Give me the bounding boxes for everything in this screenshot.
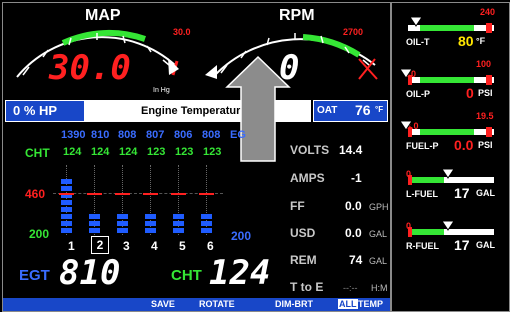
amps-value: -1 (351, 171, 362, 185)
all-button[interactable]: ALL (338, 299, 358, 309)
egt-bar-segment (173, 221, 184, 226)
usd-label: USD (290, 226, 316, 240)
volts-label: VOLTS (290, 143, 330, 157)
ff-unit: GPH (369, 202, 389, 212)
rem-unit: GAL (369, 256, 388, 266)
egt-bar-segment (61, 214, 72, 219)
egt-bar-segment (89, 228, 100, 233)
gauge-pointer-icon (400, 69, 413, 79)
cyl-number-1[interactable]: 1 (68, 239, 75, 253)
egt-bar-segment (61, 200, 72, 205)
egt-peak-marker-1 (59, 193, 74, 195)
gauge-unit: GAL (476, 188, 495, 198)
cyl-number-3[interactable]: 3 (123, 239, 130, 253)
cyl-number-2-selected[interactable]: 2 (91, 236, 109, 254)
egt-bar-segment (61, 207, 72, 212)
tte-unit: H:M (371, 283, 388, 293)
egt-bar-segment (61, 186, 72, 191)
gauge-value: 17 (454, 237, 470, 253)
egt-bar-segment (61, 179, 72, 184)
gauge-green-band (420, 77, 474, 83)
gauge-pointer-icon (442, 169, 455, 179)
usd-unit: GAL (369, 229, 388, 239)
ff-value: 0.0 (345, 199, 362, 213)
volts-value: 14.4 (339, 143, 363, 157)
egt-peak-marker-5 (171, 193, 186, 195)
big-cht-label: CHT (171, 267, 202, 284)
tte-value: --:-- (343, 283, 358, 293)
big-egt-label: EGT (19, 267, 50, 284)
cyl-number-6[interactable]: 6 (207, 239, 214, 253)
temp-button[interactable]: TEMP (358, 299, 383, 309)
egt-peak-marker-3 (115, 193, 130, 195)
dim-brt-button[interactable]: DIM-BRT (275, 299, 313, 309)
egt-bar-segment (145, 228, 156, 233)
egt-bar-segment (145, 221, 156, 226)
egt-bar-segment (61, 228, 72, 233)
cyl-number-4[interactable]: 4 (151, 239, 158, 253)
gauge-unit: PSI (478, 140, 493, 150)
gauge-max-label: 100 (476, 59, 492, 69)
big-cht-value: 124 (209, 253, 271, 293)
egt-bar-segment (173, 214, 184, 219)
gauge-red-low (408, 175, 412, 185)
rotate-button[interactable]: ROTATE (199, 299, 235, 309)
egt-bar-segment (117, 228, 128, 233)
egt-bar-segment (173, 228, 184, 233)
softkey-bar (3, 298, 390, 311)
gauge-max-label: 19.5 (476, 111, 494, 121)
egt-bar-segment (89, 214, 100, 219)
egt-peak-marker-4 (143, 193, 158, 195)
gauge-value: 0 (466, 85, 474, 101)
egt-peak-marker-6 (199, 193, 214, 195)
gauge-label: OIL-T (406, 37, 430, 47)
gauge-value: 80 (458, 33, 474, 49)
amps-label: AMPS (290, 171, 325, 185)
gauge-unit: °F (476, 36, 486, 46)
egt-peak-marker-2 (87, 193, 102, 195)
gauge-pointer-icon (410, 17, 423, 27)
ff-label: FF (290, 199, 305, 213)
gauge-green-band (408, 177, 444, 183)
gauge-green-band (420, 25, 474, 31)
gauge-pointer-icon (442, 221, 455, 231)
usd-value: 0.0 (345, 226, 362, 240)
egt-bar-segment (201, 214, 212, 219)
fluid-gauges-panel: 240 OIL-T 80 °F 100 10 OIL-P 0 PSI 19.5 3.0 FUEL-P 0… (391, 2, 510, 312)
big-egt-value: 810 (59, 253, 121, 293)
gauge-label: OIL-P (406, 89, 430, 99)
gauge-value: 0.0 (454, 137, 474, 153)
tte-label: T to E (290, 280, 324, 294)
egt-bar-segment (117, 214, 128, 219)
gauge-label: R-FUEL (406, 241, 439, 251)
egt-bar-segment (117, 221, 128, 226)
gauge-red-high (486, 127, 492, 137)
egt-bar-segment (145, 214, 156, 219)
gauge-max-label: 240 (480, 7, 496, 17)
save-button[interactable]: SAVE (151, 299, 175, 309)
gauge-green-band (420, 129, 474, 135)
gauge-red-low (408, 227, 412, 237)
egt-bar-segment (89, 221, 100, 226)
engine-main-panel: MAP 30.0 30.0 In Hg RPM 2700 0 0 % HP En… (2, 2, 391, 312)
rem-value: 74 (349, 253, 363, 267)
gauge-unit: GAL (476, 240, 495, 250)
egt-bar-segment (61, 221, 72, 226)
cyl-number-5[interactable]: 5 (179, 239, 186, 253)
egt-bar-segment (201, 221, 212, 226)
gauge-red-high (486, 75, 492, 85)
gauge-label: FUEL-P (406, 141, 439, 151)
gauge-value: 17 (454, 185, 470, 201)
gauge-green-band (408, 229, 444, 235)
rem-label: REM (290, 253, 317, 267)
gauge-label: L-FUEL (406, 189, 438, 199)
gauge-unit: PSI (478, 88, 493, 98)
egt-bar-graph (3, 3, 390, 243)
gauge-red-high (486, 23, 492, 33)
egt-bar-segment (201, 228, 212, 233)
gauge-pointer-icon (400, 121, 413, 131)
